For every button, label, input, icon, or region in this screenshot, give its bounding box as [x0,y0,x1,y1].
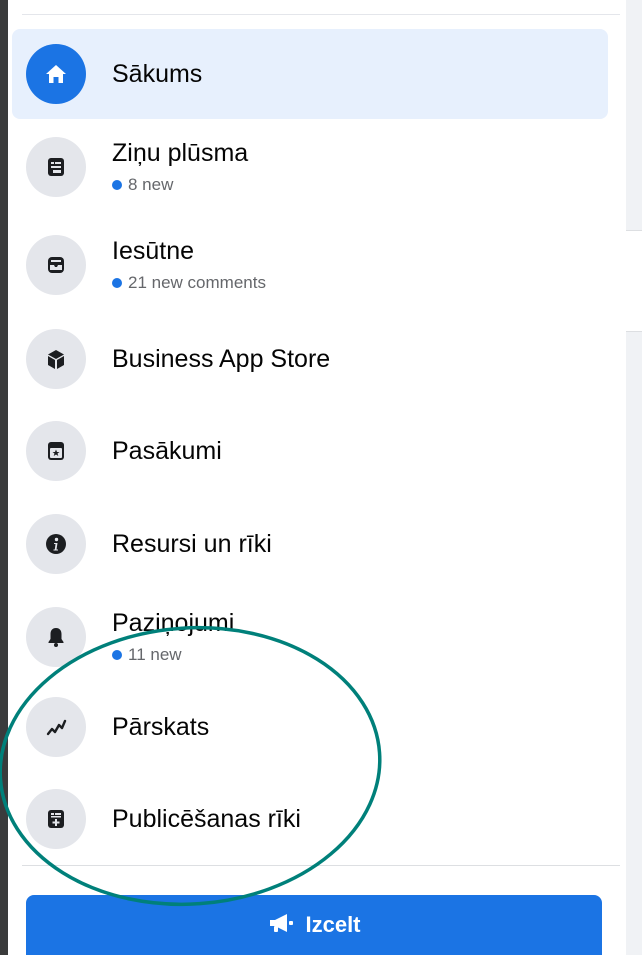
nav-item-label: Publicēšanas rīki [112,805,301,833]
boost-button-label: Izcelt [305,912,361,937]
trend-line-icon [26,697,86,757]
nav-item-label: Paziņojumi [112,609,235,637]
nav-item-overview[interactable]: Pārskats [12,684,608,770]
nav-item-label: Resursi un rīki [112,530,272,558]
nav-item-resources-and-tools[interactable]: Resursi un rīki [12,501,608,587]
info-icon [26,514,86,574]
megaphone-icon [267,911,295,940]
nav-item-label: Ziņu plūsma [112,139,249,167]
calendar-star-icon [26,421,86,481]
notifications-count-text: 11 new [128,645,182,664]
nav-item-label: Iesūtne [112,237,195,265]
nav-item-inbox[interactable]: Iesūtne 21 new comments [12,222,608,308]
notification-count: 11 new [112,644,234,666]
nav-item-news-feed[interactable]: Ziņu plūsma 8 new [12,124,608,210]
unread-dot [112,650,122,660]
unread-dot [112,180,122,190]
cube-icon [26,329,86,389]
nav-item-publishing-tools[interactable]: Publicēšanas rīki [12,776,608,862]
nav-item-home[interactable]: Sākums [12,29,608,119]
news-count-text: 8 new [128,175,174,194]
boost-button[interactable]: Izcelt [26,895,602,955]
main-content-edge [626,0,642,955]
top-divider [22,14,620,15]
nav-item-label: Pasākumi [112,437,222,465]
nav-item-label: Pārskats [112,713,210,741]
nav-item-label: Business App Store [112,345,331,373]
nav-item-notifications[interactable]: Paziņojumi 11 new [12,594,608,680]
home-icon [26,44,86,104]
unread-dot [112,278,122,288]
bottom-divider [22,865,620,866]
nav-item-events[interactable]: Pasākumi [12,408,608,494]
bell-icon [26,607,86,667]
inbox-icon [26,235,86,295]
comments-count-text: 21 new comments [128,273,266,292]
publishing-tools-icon [26,789,86,849]
content-card-edge [626,230,642,332]
news-feed-icon [26,137,86,197]
notification-count: 8 new [112,174,248,196]
notification-count: 21 new comments [112,272,266,294]
nav-item-business-app-store[interactable]: Business App Store [12,316,608,402]
nav-item-label: Sākums [112,60,203,88]
